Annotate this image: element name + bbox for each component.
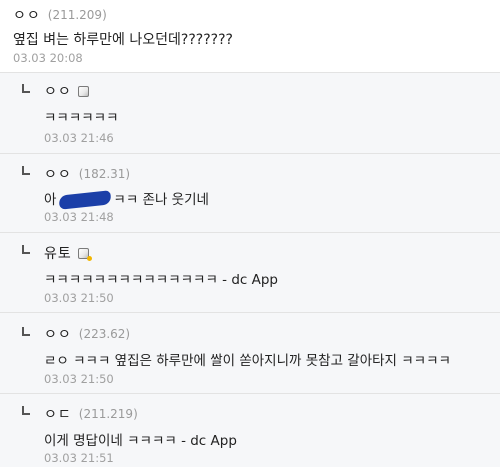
reply-arrow-icon (22, 245, 30, 254)
comment-main: ㅇㅇ (211.209) 옆집 벼는 하루만에 나오던데??????? 03.0… (0, 0, 500, 73)
reply-header: 유토 (44, 243, 92, 263)
reply-arrow-icon (22, 84, 30, 93)
reply-timestamp: 03.03 21:48 (44, 210, 114, 224)
reply-header: ㅇㄷ (211.219) (44, 404, 138, 424)
reply-text: ㄹㅇ ㅋㅋㅋ 옆집은 하루만에 쌀이 쏟아지니까 못참고 갈아타지 ㅋㅋㅋㅋ (44, 353, 451, 369)
reply-text-before: 아 (44, 192, 57, 208)
reply-text: ㅋㅋㅋㅋㅋㅋㅋㅋㅋㅋㅋㅋㅋㅋ - dc App (44, 272, 278, 288)
comment-text: 옆집 벼는 하루만에 나오던데??????? (13, 32, 233, 48)
reply-nickname[interactable]: 유토 (44, 243, 72, 263)
memo-icon (77, 85, 89, 97)
redaction-scribble (58, 190, 113, 210)
reply-timestamp: 03.03 21:50 (44, 291, 114, 305)
reply-header: ㅇㅇ (223.62) (44, 324, 130, 344)
reply-arrow-icon (22, 327, 30, 336)
reply-timestamp: 03.03 21:51 (44, 451, 114, 465)
reply-text: 이게 명답이네 ㅋㅋㅋㅋ - dc App (44, 433, 237, 449)
reply-ip: (211.219) (78, 407, 138, 421)
reply-comment: 유토 ㅋㅋㅋㅋㅋㅋㅋㅋㅋㅋㅋㅋㅋㅋ - dc App 03.03 21:50 (0, 233, 500, 313)
comment-header: ㅇㅇ (211.209) (13, 5, 107, 25)
comment-timestamp: 03.03 20:08 (13, 51, 83, 65)
reply-ip: (182.31) (78, 167, 131, 181)
memo-fixed-icon (77, 247, 92, 261)
comment-nickname[interactable]: ㅇㅇ (13, 5, 41, 25)
reply-nickname[interactable]: ㅇㅇ (44, 324, 72, 344)
reply-comment: ㅇㄷ (211.219) 이게 명답이네 ㅋㅋㅋㅋ - dc App 03.03… (0, 394, 500, 467)
reply-text: ㅋㅋㅋㅋㅋㅋ (44, 110, 119, 126)
reply-header: ㅇㅇ (44, 81, 89, 101)
reply-arrow-icon (22, 166, 30, 175)
reply-comment: ㅇㅇ (182.31) 아 ㅋㅋ 존나 웃기네 03.03 21:48 (0, 154, 500, 233)
reply-nickname[interactable]: ㅇㅇ (44, 81, 72, 101)
reply-timestamp: 03.03 21:50 (44, 372, 114, 386)
reply-nickname[interactable]: ㅇㅇ (44, 164, 72, 184)
reply-text: 아 ㅋㅋ 존나 웃기네 (44, 188, 209, 210)
reply-comment: ㅇㅇ ㅋㅋㅋㅋㅋㅋ 03.03 21:46 (0, 73, 500, 154)
reply-arrow-icon (22, 406, 30, 415)
reply-comment: ㅇㅇ (223.62) ㄹㅇ ㅋㅋㅋ 옆집은 하루만에 쌀이 쏟아지니까 못참고… (0, 313, 500, 394)
reply-text-after: ㅋㅋ 존나 웃기네 (113, 192, 209, 208)
comment-ip: (211.209) (47, 8, 107, 22)
reply-nickname[interactable]: ㅇㄷ (44, 404, 72, 424)
reply-ip: (223.62) (78, 327, 131, 341)
reply-header: ㅇㅇ (182.31) (44, 164, 130, 184)
reply-timestamp: 03.03 21:46 (44, 131, 114, 145)
